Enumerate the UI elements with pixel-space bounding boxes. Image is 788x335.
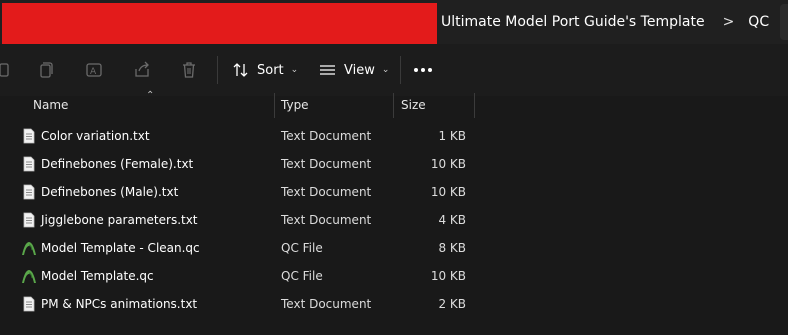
text-file-icon	[21, 156, 37, 172]
breadcrumb: Ultimate Model Port Guide's Template > Q…	[441, 0, 769, 44]
text-file-icon	[21, 212, 37, 228]
file-name: Definebones (Male).txt	[41, 185, 179, 199]
share-icon[interactable]	[131, 59, 153, 81]
more-options-button[interactable]	[414, 56, 435, 84]
file-size: 8 KB	[438, 241, 466, 255]
file-row[interactable]: PM & NPCs animations.txt Text Document 2 K…	[0, 290, 788, 318]
file-row[interactable]: Model Template.qc QC File 10 KB	[0, 262, 788, 290]
column-divider[interactable]	[393, 93, 394, 118]
cut-icon[interactable]	[0, 59, 14, 81]
qc-file-icon	[21, 268, 37, 284]
view-label: View	[344, 62, 375, 78]
text-file-icon	[21, 128, 37, 144]
column-header-name[interactable]: Name	[33, 98, 68, 112]
svg-text:A: A	[90, 67, 97, 77]
sort-ascending-icon: ⌃	[146, 90, 155, 101]
breadcrumb-item-qc[interactable]: QC	[748, 14, 769, 30]
file-row[interactable]: Definebones (Female).txt Text Document 10 …	[0, 150, 788, 178]
file-type: Text Document	[281, 129, 372, 143]
toolbar-separator	[400, 56, 401, 84]
file-row[interactable]: Model Template - Clean.qc QC File 8 KB	[0, 234, 788, 262]
breadcrumb-item-template[interactable]: Ultimate Model Port Guide's Template	[441, 14, 705, 30]
file-size: 1 KB	[438, 129, 466, 143]
toolbar-separator	[217, 56, 218, 84]
file-size: 10 KB	[430, 185, 466, 199]
text-file-icon	[21, 296, 37, 312]
column-header-size[interactable]: Size	[401, 98, 426, 112]
breadcrumb-separator[interactable]: >	[723, 14, 735, 30]
file-name: Jigglebone parameters.txt	[41, 213, 198, 227]
file-type: Text Document	[281, 185, 372, 199]
file-name: PM & NPCs animations.txt	[41, 297, 198, 311]
chevron-down-icon: ⌄	[290, 65, 299, 75]
rename-icon[interactable]: A	[83, 59, 105, 81]
file-size: 4 KB	[438, 213, 466, 227]
file-list: Color variation.txt Text Document 1 KB Defi…	[0, 122, 788, 318]
file-type: Text Document	[281, 157, 372, 171]
search-box-edge[interactable]	[780, 4, 788, 40]
file-type: QC File	[281, 241, 323, 255]
file-size: 2 KB	[438, 297, 466, 311]
column-divider[interactable]	[474, 93, 475, 118]
file-size: 10 KB	[430, 269, 466, 283]
sort-button[interactable]: Sort ⌄	[233, 56, 298, 84]
file-type: QC File	[281, 269, 323, 283]
delete-icon[interactable]	[178, 59, 200, 81]
sort-label: Sort	[257, 62, 284, 78]
file-row[interactable]: Definebones (Male).txt Text Document 10 KB	[0, 178, 788, 206]
qc-file-icon	[21, 240, 37, 256]
dot	[414, 68, 418, 72]
file-row[interactable]: Jigglebone parameters.txt Text Document 4 …	[0, 206, 788, 234]
column-header-type[interactable]: Type	[281, 98, 309, 112]
column-divider[interactable]	[274, 93, 275, 118]
command-bar: A Sort ⌄ View ⌄	[0, 44, 788, 96]
file-type: Text Document	[281, 213, 372, 227]
file-name: Definebones (Female).txt	[41, 157, 194, 171]
file-name: Model Template.qc	[41, 269, 154, 283]
address-bar[interactable]: Ultimate Model Port Guide's Template > Q…	[0, 0, 788, 44]
text-file-icon	[21, 184, 37, 200]
file-name: Model Template - Clean.qc	[41, 241, 200, 255]
file-name: Color variation.txt	[41, 129, 150, 143]
sort-icon	[233, 63, 248, 77]
file-size: 10 KB	[430, 157, 466, 171]
column-header: ⌃ Name Type Size	[0, 90, 788, 118]
dot	[421, 68, 425, 72]
view-button[interactable]: View ⌄	[319, 56, 389, 84]
redacted-region	[2, 3, 437, 44]
dot	[428, 68, 432, 72]
file-type: Text Document	[281, 297, 372, 311]
file-row[interactable]: Color variation.txt Text Document 1 KB	[0, 122, 788, 150]
view-icon	[320, 65, 335, 75]
chevron-down-icon: ⌄	[381, 65, 390, 75]
copy-icon[interactable]	[35, 59, 57, 81]
